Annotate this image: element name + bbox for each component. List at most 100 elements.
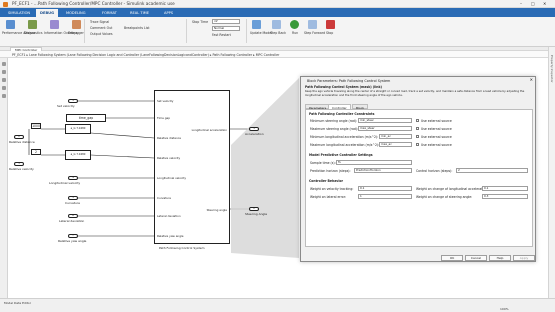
step-back-button[interactable]: Step Back — [270, 31, 286, 35]
step-back-icon[interactable] — [272, 20, 281, 29]
inport-relative-distance[interactable]: 2 — [14, 135, 24, 139]
max-accel-external-checkbox[interactable] — [416, 143, 419, 146]
tab-debug[interactable]: DEBUG — [36, 9, 59, 17]
tab-modeling[interactable]: MODELING — [62, 9, 90, 17]
inport-relative-yaw-angle[interactable]: 7 — [68, 234, 78, 238]
gain-block-b[interactable]: a_G 7.0480 — [65, 150, 91, 160]
maximize-icon[interactable]: □ — [531, 1, 535, 6]
stop-button[interactable]: Stop — [326, 31, 333, 35]
run-button[interactable]: Run — [292, 31, 298, 35]
ribbon: Performance Advisor Diagnostics Informat… — [0, 17, 555, 47]
path-following-control-system-block[interactable]: Set velocity Time gap Relative distance … — [154, 90, 230, 244]
minimize-icon[interactable]: – — [520, 1, 522, 6]
inport-relative-velocity[interactable]: 3 — [14, 162, 24, 166]
time-gap-constant[interactable]: time_gap — [66, 114, 106, 122]
close-icon[interactable]: ✕ — [543, 1, 546, 6]
stop-icon[interactable] — [326, 20, 335, 29]
fit-view-icon[interactable] — [2, 70, 6, 74]
tab-simulation[interactable]: SIMULATION — [4, 9, 34, 17]
step-forward-button[interactable]: Step Forward — [304, 31, 325, 35]
port-longitudinal-acceleration: Longitudinal acceleration — [191, 128, 227, 132]
model-data-editor-link[interactable]: Model Data Editor — [4, 301, 31, 305]
port-longitudinal-velocity: Longitudinal velocity — [157, 176, 187, 180]
dialog-description: Keep the ego vehicle traveling along the… — [305, 89, 525, 97]
step-forward-icon[interactable] — [308, 20, 317, 29]
prediction-horizon-input[interactable]: PredictionHorizon — [354, 168, 412, 173]
weight-accel-change-label: Weight on change of longitudinal acceler… — [416, 187, 489, 191]
tab-format[interactable]: FORMAT — [98, 9, 121, 17]
comment-out-button[interactable]: Comment Out — [90, 26, 112, 30]
sample-time-input[interactable]: Ts — [336, 160, 412, 165]
tab-real-time[interactable]: REAL TIME — [126, 9, 153, 17]
constant-block-2[interactable]: 2 — [31, 149, 41, 155]
min-steer-external-label: Use external source — [421, 119, 452, 123]
update-model-icon[interactable] — [252, 20, 261, 29]
breadcrumb: PF_ECF1 ▸ Lane Following System (Lane Fo… — [0, 51, 548, 58]
simulation-mode-select[interactable]: Normal — [212, 26, 240, 31]
weight-velocity-input[interactable]: 0.1 — [358, 186, 412, 191]
arrow-icon[interactable] — [2, 78, 6, 82]
inport-curvature[interactable]: 5 — [68, 196, 78, 200]
group-controller-constraints: Path Following Controller Constraints — [309, 112, 375, 116]
annotation-icon[interactable] — [2, 86, 6, 90]
group-mpc-settings: Model Predictive Controller Settings — [309, 153, 373, 157]
weight-steer-change-input[interactable]: 0.3 — [482, 194, 528, 199]
max-steer-external-label: Use external source — [421, 127, 452, 131]
weight-steer-change-label: Weight on change of steering angle: — [416, 195, 473, 199]
debugger-button[interactable]: Debugger — [68, 31, 84, 35]
cancel-button[interactable]: Cancel — [465, 255, 487, 261]
ribbon-tabs: SIMULATION DEBUG MODELING FORMAT REAL TI… — [0, 8, 555, 17]
outport-acceleration[interactable]: 1 — [249, 127, 259, 131]
inport-label-curvature: Curvature — [65, 201, 80, 205]
property-inspector-label[interactable]: Property Inspector — [550, 55, 554, 83]
max-steer-external-checkbox[interactable] — [416, 127, 419, 130]
stop-time-input[interactable]: inf — [212, 19, 240, 24]
title-bar: PF_ECF1 - ...Path Following Controller/M… — [0, 0, 555, 8]
outport-steering-angle[interactable]: 2 — [249, 207, 259, 211]
port-curvature: Curvature — [157, 196, 171, 200]
info-overlays-icon[interactable] — [50, 20, 59, 29]
constant-block[interactable]: 1000 — [31, 123, 41, 129]
output-values-button[interactable]: Output Values — [90, 32, 113, 36]
trace-signal-button[interactable]: Trace Signal — [90, 20, 109, 24]
min-steer-external-checkbox[interactable] — [416, 119, 419, 122]
min-accel-external-checkbox[interactable] — [416, 135, 419, 138]
max-steer-input[interactable]: max_steer — [358, 126, 412, 131]
inport-lateral-deviation[interactable]: 6 — [68, 214, 78, 218]
diagnostics-button[interactable]: Diagnostics — [24, 31, 43, 35]
fast-restart-button[interactable]: Fast Restart — [212, 33, 231, 37]
property-inspector-strip[interactable]: Property Inspector — [548, 47, 555, 298]
inport-label-relative-velocity: Relative velocity — [9, 167, 34, 171]
control-horizon-input[interactable]: 2 — [456, 168, 528, 173]
inport-label-longitudinal-velocity: Longitudinal velocity — [49, 181, 81, 185]
gain-block-a[interactable]: a_G 7.0480 — [65, 124, 91, 134]
inport-longitudinal-velocity[interactable]: 4 — [68, 176, 78, 180]
min-accel-input[interactable]: min_ac — [379, 134, 412, 139]
min-accel-label: Minimum longitudinal acceleration (m/s^2… — [310, 135, 379, 139]
performance-advisor-icon[interactable] — [6, 20, 15, 29]
weight-accel-change-input[interactable]: 0.1 — [482, 186, 528, 191]
diagnostics-icon[interactable] — [28, 20, 37, 29]
max-accel-external-label: Use external source — [421, 143, 452, 147]
help-button[interactable]: Help — [489, 255, 511, 261]
sample-time-label: Sample time (s): — [310, 161, 336, 165]
weight-lateral-input[interactable]: 1 — [358, 194, 412, 199]
run-icon[interactable] — [290, 20, 299, 29]
port-relative-distance: Relative distance — [157, 136, 182, 140]
tab-apps[interactable]: APPS — [160, 9, 177, 17]
dialog-close-icon[interactable]: ✕ — [530, 77, 533, 82]
max-accel-input[interactable]: max_ac — [379, 142, 412, 147]
breadcrumb-path[interactable]: PF_ECF1 ▸ Lane Following System (Lane Fo… — [12, 53, 279, 57]
stop-time-label: Stop Time — [192, 20, 209, 24]
apply-button[interactable]: Apply — [513, 255, 535, 261]
update-model-button[interactable]: Update Model — [250, 31, 272, 35]
ok-button[interactable]: OK — [441, 255, 463, 261]
zoom-icon[interactable] — [2, 62, 6, 66]
inport-set-velocity[interactable]: 1 — [68, 99, 78, 103]
image-icon[interactable] — [2, 94, 6, 98]
inport-label-relative-distance: Relative distance — [9, 140, 35, 144]
breakpoints-list-button[interactable]: Breakpoints List — [124, 26, 150, 30]
status-bar: Model Data Editor 100% — [0, 298, 555, 312]
min-steer-input[interactable]: min_steer — [358, 118, 412, 123]
debugger-icon[interactable] — [72, 20, 81, 29]
